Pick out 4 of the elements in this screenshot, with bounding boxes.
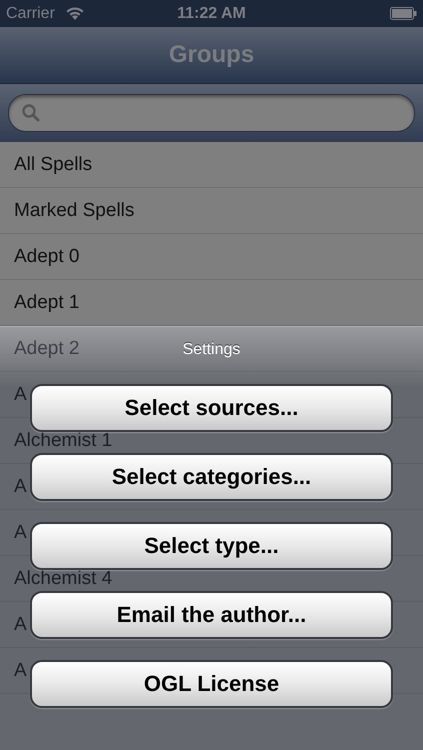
sheet-title: Settings [182, 341, 240, 359]
carrier-label: Carrier [6, 4, 55, 22]
nav-title: Groups [168, 41, 254, 69]
clock-time: 11:22 AM [177, 4, 246, 22]
